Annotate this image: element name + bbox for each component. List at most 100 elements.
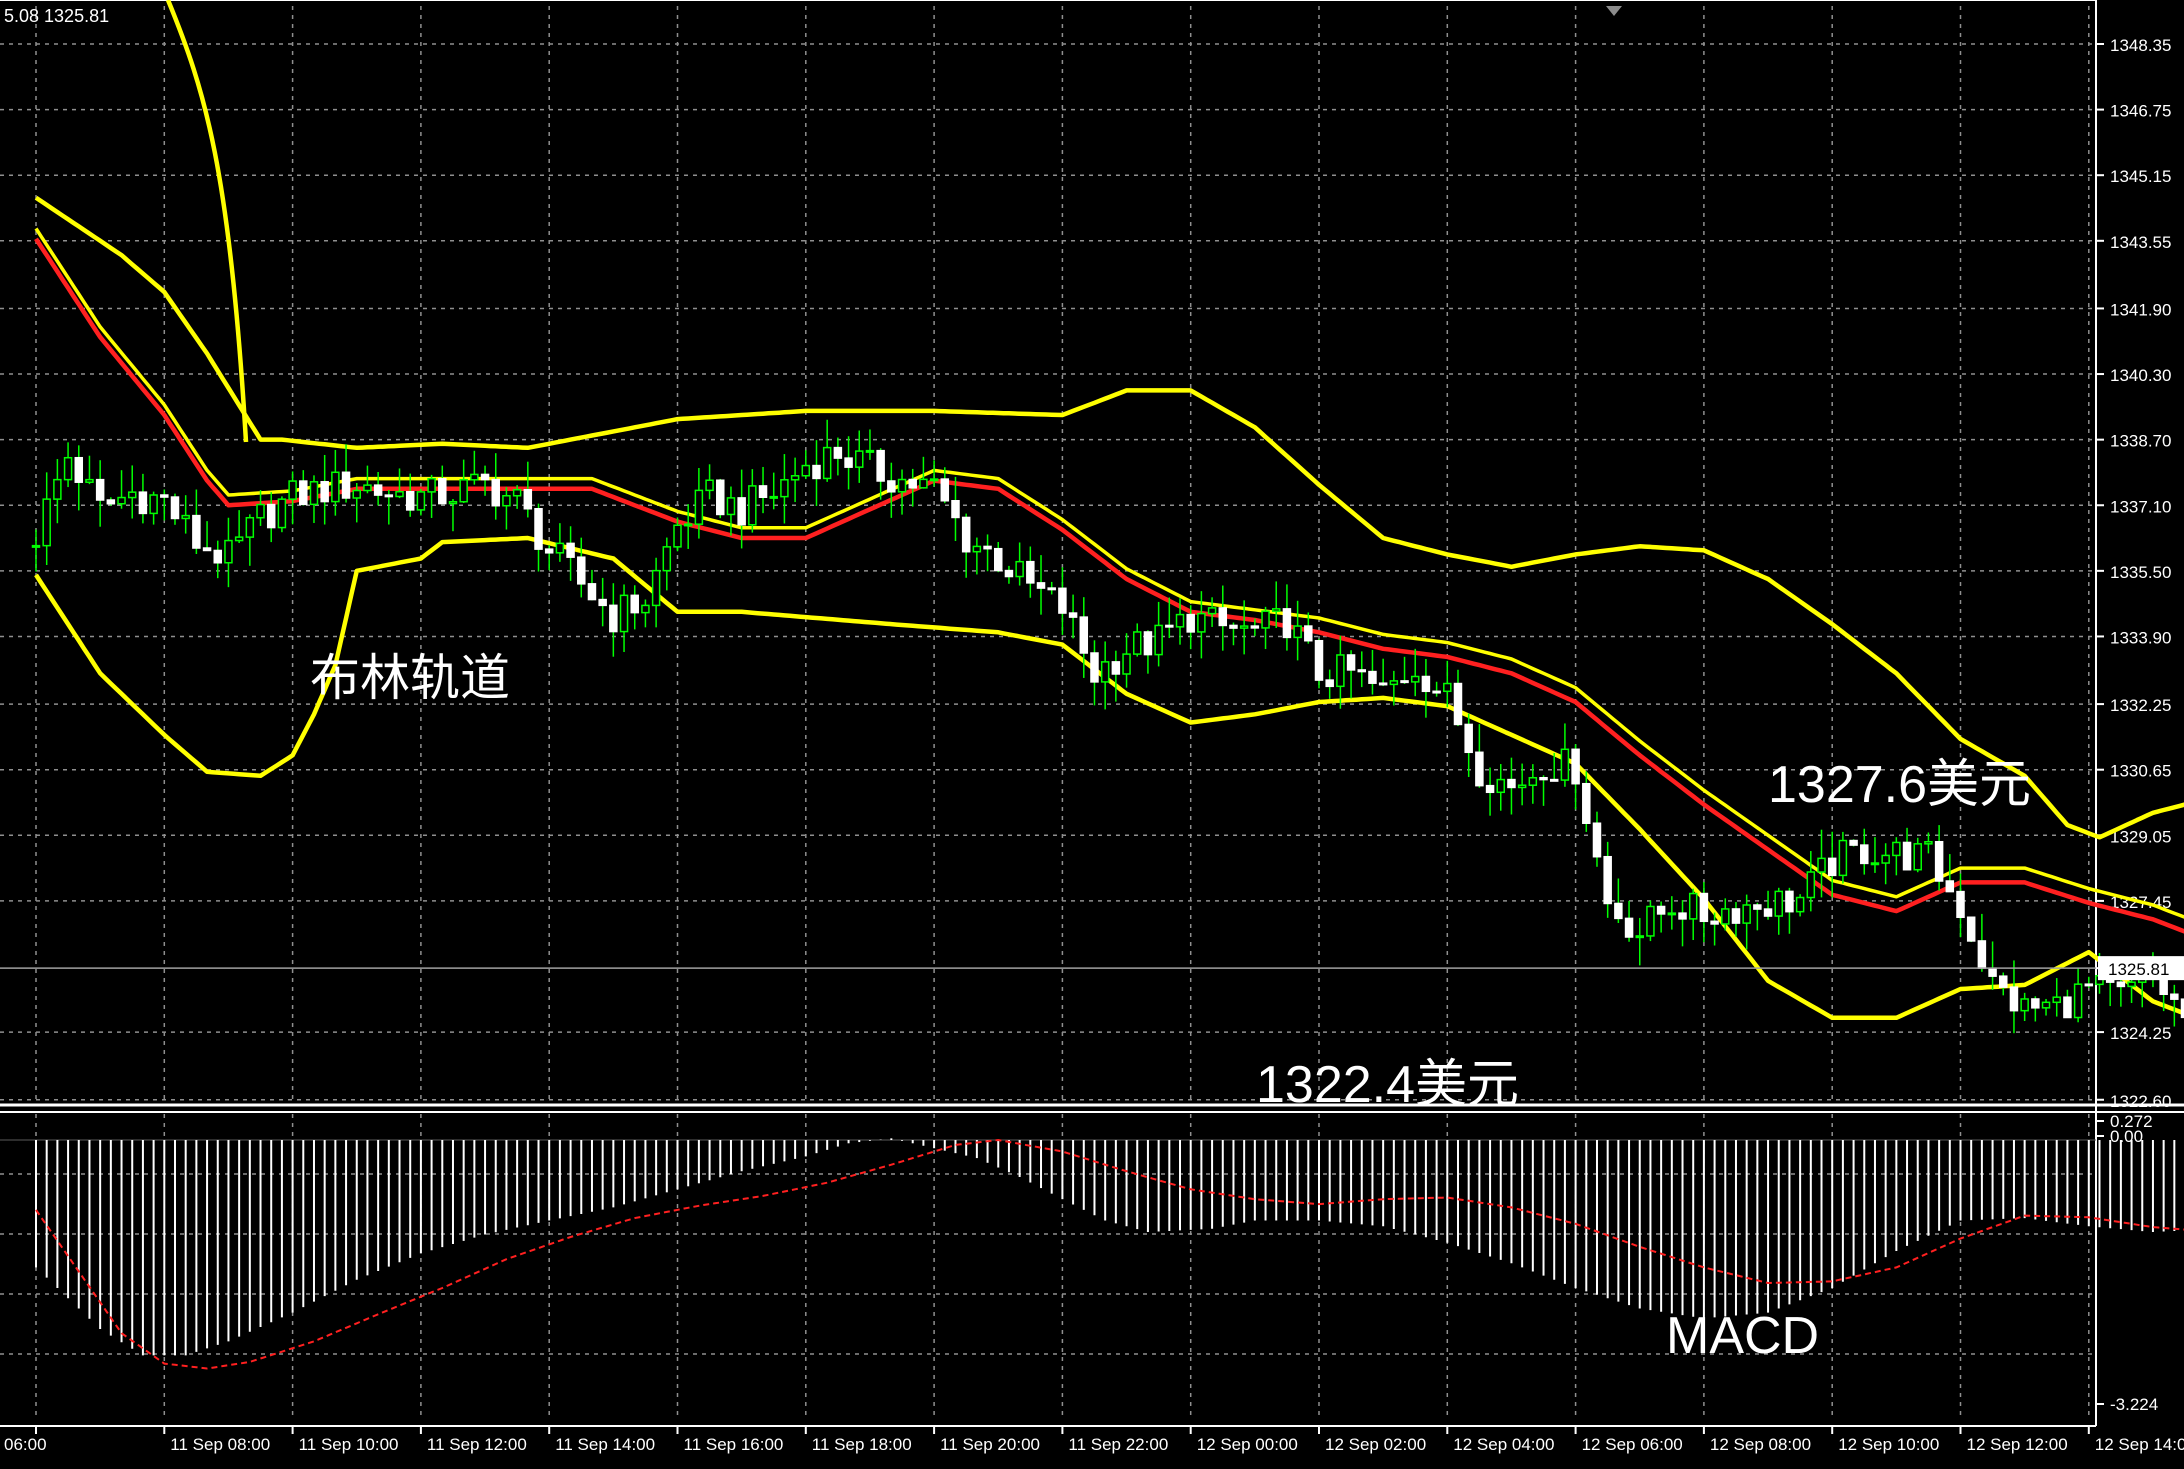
candle-down xyxy=(994,547,1003,572)
candle-up xyxy=(1239,625,1249,629)
y-tick-label: 1337.10 xyxy=(2110,497,2171,516)
candle-down xyxy=(833,446,843,459)
candle-down xyxy=(1731,908,1741,924)
candle-down xyxy=(1849,839,1858,846)
candle-down xyxy=(534,508,543,550)
candle-up xyxy=(865,449,875,453)
candle-down xyxy=(160,494,169,498)
candle-up xyxy=(1496,778,1506,794)
candle-down xyxy=(95,478,105,501)
candle-up xyxy=(972,545,982,553)
candle-down xyxy=(192,514,201,549)
candle-down xyxy=(202,547,212,552)
candle-down xyxy=(373,484,383,496)
candle-up xyxy=(694,489,704,525)
candle-down xyxy=(2116,981,2126,988)
candle-down xyxy=(213,549,223,564)
candle-up xyxy=(1443,682,1452,693)
candle-up xyxy=(63,456,73,481)
y-tick-label: 1330.65 xyxy=(2110,762,2171,781)
candle-down xyxy=(887,480,896,493)
candle-up xyxy=(1271,608,1281,612)
candle-down xyxy=(1304,625,1313,642)
candle-down xyxy=(1400,680,1409,684)
candle-down xyxy=(1624,917,1634,938)
candle-down xyxy=(74,456,84,483)
candle-down xyxy=(138,491,148,515)
candle-down xyxy=(1710,920,1719,925)
candle-down xyxy=(1999,975,2008,988)
x-tick-label: 11 Sep 20:00 xyxy=(940,1435,1040,1454)
candle-up xyxy=(1122,653,1131,675)
x-tick-label: 12 Sep 10:00 xyxy=(1838,1435,1939,1454)
candle-down xyxy=(1357,669,1367,673)
candle-down xyxy=(844,457,853,468)
candle-up xyxy=(705,479,714,492)
candle-up xyxy=(1336,654,1345,688)
candle-down xyxy=(1047,587,1056,591)
candle-up xyxy=(673,524,682,548)
candle-down xyxy=(438,477,447,505)
candle-down xyxy=(1165,624,1174,628)
x-tick-label: 12 Sep 08:00 xyxy=(1710,1435,1811,1454)
candle-up xyxy=(1817,857,1826,873)
candle-down xyxy=(384,494,394,498)
candle-up xyxy=(352,489,361,499)
upper-target-label: 1327.6美元 xyxy=(1768,756,2032,814)
candle-down xyxy=(1956,890,1965,918)
candle-up xyxy=(1197,612,1206,633)
y-tick-label: 1338.70 xyxy=(2110,432,2171,451)
candle-down xyxy=(1346,654,1356,671)
candle-down xyxy=(737,497,746,526)
candle-down xyxy=(1026,560,1035,584)
candle-down xyxy=(1325,679,1334,688)
candle-up xyxy=(1528,776,1538,786)
candle-up xyxy=(309,481,319,506)
candle-down xyxy=(1453,682,1463,726)
candle-down xyxy=(1945,880,1955,893)
candle-up xyxy=(234,536,244,542)
candle-down xyxy=(1282,608,1292,639)
candle-up xyxy=(769,495,778,499)
candle-up xyxy=(448,500,458,505)
candle-down xyxy=(2170,993,2179,1000)
candle-up xyxy=(555,542,565,554)
candle-down xyxy=(1785,890,1794,913)
candle-down xyxy=(1068,612,1078,618)
candle-down xyxy=(480,473,490,481)
candle-up xyxy=(1389,680,1399,686)
y-tick-label: 1340.30 xyxy=(2110,366,2171,385)
bollinger-label: 布林轨道 xyxy=(310,650,510,706)
candle-down xyxy=(1753,904,1762,910)
candle-down xyxy=(1186,613,1195,633)
candle-down xyxy=(716,479,725,516)
candle-up xyxy=(641,604,650,614)
candle-up xyxy=(331,471,340,503)
candle-up xyxy=(1154,624,1163,656)
candle-down xyxy=(1507,778,1516,789)
candle-up xyxy=(662,546,672,572)
candle-up xyxy=(855,450,864,468)
x-tick-label: 11 Sep 18:00 xyxy=(812,1435,912,1454)
candle-up xyxy=(363,484,372,492)
candle-up xyxy=(1293,625,1302,639)
candle-down xyxy=(1036,582,1046,589)
candle-up xyxy=(1667,912,1677,916)
lower-target-label: 1322.4美元 xyxy=(1256,1056,1520,1114)
x-tick-label: 11 Sep 14:00 xyxy=(555,1435,655,1454)
y-tick-label: 1341.90 xyxy=(2110,300,2171,319)
x-tick-label: 11 Sep 12:00 xyxy=(427,1435,527,1454)
x-tick-label: 12 Sep 02:00 xyxy=(1325,1435,1426,1454)
candle-up xyxy=(1560,748,1570,781)
candle-down xyxy=(1678,912,1687,920)
macd-label: MACD xyxy=(1666,1307,1820,1365)
candle-down xyxy=(1592,822,1602,858)
candle-up xyxy=(1924,840,1933,845)
price-chart: 1348.35 1346.75 1345.15 1343.55 1341.90 1340.… xyxy=(0,0,2184,1464)
candle-up xyxy=(1132,631,1142,655)
x-tick-label: 12 Sep 06:00 xyxy=(1582,1435,1683,1454)
candle-down xyxy=(320,481,329,503)
candle-up xyxy=(245,516,255,538)
candle-down xyxy=(405,490,415,511)
candle-down xyxy=(1079,616,1089,654)
